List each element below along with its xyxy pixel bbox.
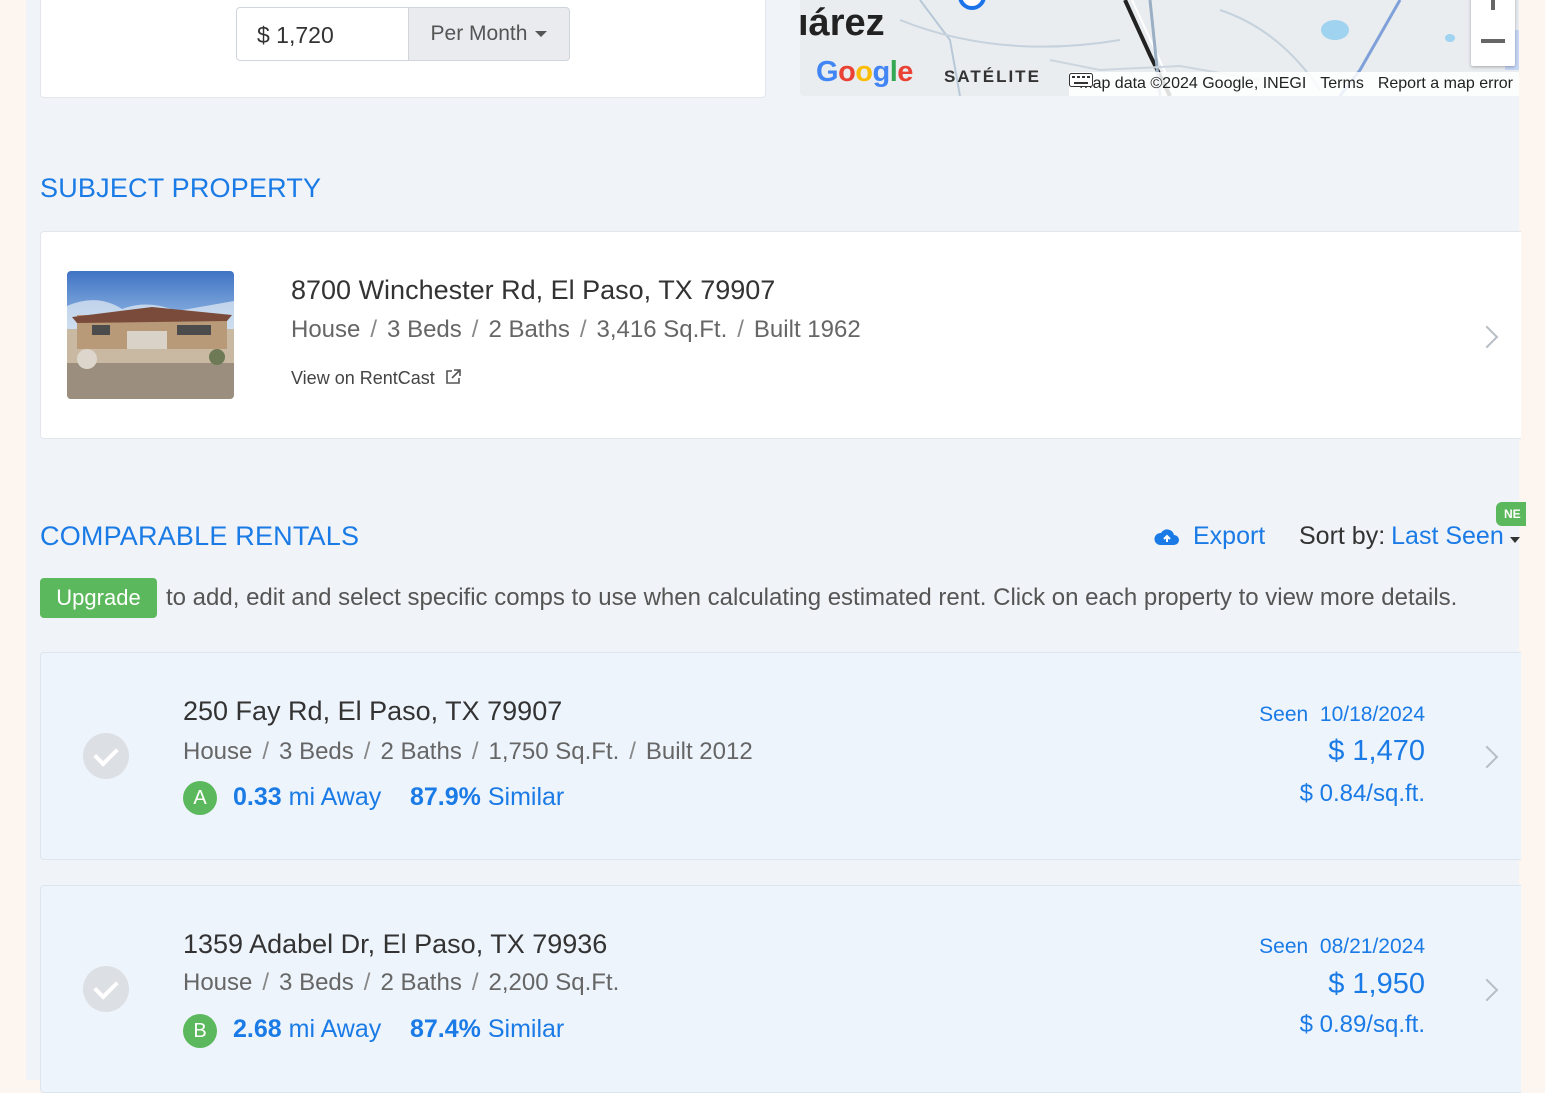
comp-card[interactable]: 250 Fay Rd, El Paso, TX 79907 House/3 Be… [40, 652, 1521, 860]
rent-period-label: Per Month [430, 22, 528, 45]
comp-address: 1359 Adabel Dr, El Paso, TX 79936 [183, 929, 608, 959]
chevron-right-icon [1475, 978, 1499, 1002]
subject-meta: House/3 Beds/2 Baths/3,416 Sq.Ft. / Built … [291, 316, 861, 343]
comp-address: 250 Fay Rd, El Paso, TX 79907 [183, 696, 563, 726]
comp-similarity: 87.4% Similar [410, 1015, 565, 1043]
comp-sqft: 2,200 Sq.Ft. [488, 969, 620, 996]
comp-sqft: 1,750 Sq.Ft. [488, 738, 620, 765]
map-data-attribution: Map data ©2024 Google, INEGI [1079, 75, 1307, 92]
comp-seen-date: Seen 08/21/2024 [1259, 935, 1425, 958]
comparable-rentals-heading: COMPARABLE RENTALS [40, 521, 360, 551]
subject-type: House [291, 316, 361, 343]
keyboard-icon[interactable] [1069, 72, 1094, 88]
comp-meta: House/3 Beds/2 Baths/1,750 Sq.Ft. / Built … [183, 738, 753, 765]
cloud-upload-icon [1154, 529, 1179, 545]
comp-price: $ 1,950 [1328, 968, 1425, 1000]
comp-built-year: Built 2012 [645, 738, 753, 765]
comp-baths: 2 Baths [380, 738, 462, 765]
map-attribution-bar: Map data ©2024 Google, INEGI Terms Report … [1069, 72, 1519, 96]
comp-type: House [183, 738, 253, 765]
subject-property-heading: SUBJECT PROPERTY [40, 173, 322, 203]
upgrade-button[interactable]: Upgrade [40, 578, 157, 618]
comp-type: House [183, 969, 253, 996]
export-button[interactable]: Export [1193, 522, 1265, 551]
map[interactable]: ıárez Google SATÉLITE Map data ©2024 Goo… [800, 0, 1519, 96]
subject-beds: 3 Beds [387, 316, 462, 343]
chevron-right-icon [1475, 745, 1499, 769]
zoom-out-icon[interactable] [1481, 39, 1505, 43]
map-zoom-control [1471, 0, 1515, 66]
property-photo [67, 271, 234, 399]
rent-estimate-card: $ 1,720 Per Month [40, 0, 766, 98]
comp-similarity: 87.9% Similar [410, 783, 565, 811]
comp-price-per-sqft: $ 0.84/sq.ft. [1299, 780, 1425, 807]
comp-map-marker-letter: B [183, 1014, 217, 1048]
check-circle-icon[interactable] [83, 966, 129, 1012]
view-on-rentcast-link[interactable]: View on RentCast [291, 368, 462, 389]
caret-down-icon[interactable] [1510, 537, 1520, 543]
comp-price-per-sqft: $ 0.89/sq.ft. [1299, 1011, 1425, 1038]
comp-distance: 2.68 mi Away [233, 1015, 382, 1043]
map-satellite-toggle[interactable]: SATÉLITE [944, 67, 1041, 87]
comp-card[interactable]: 1359 Adabel Dr, El Paso, TX 79936 House /… [40, 885, 1521, 1093]
subject-sqft: 3,416 Sq.Ft. [596, 316, 728, 343]
chevron-right-icon [1475, 325, 1499, 349]
comp-map-marker-letter: A [183, 781, 217, 815]
comp-baths: 2 Baths [380, 969, 462, 996]
check-circle-icon[interactable] [83, 733, 129, 779]
google-logo: Google [816, 56, 913, 88]
rent-amount-input[interactable]: $ 1,720 [236, 7, 408, 61]
comp-distance: 0.33 mi Away [233, 783, 382, 811]
sort-by-control[interactable]: Sort by: Last Seen [1299, 522, 1504, 551]
map-report-error-link[interactable]: Report a map error [1378, 75, 1513, 92]
comp-beds: 3 Beds [279, 738, 354, 765]
rent-period-dropdown[interactable]: Per Month [408, 7, 570, 61]
comp-price: $ 1,470 [1328, 735, 1425, 767]
zoom-in-icon[interactable] [1491, 0, 1495, 10]
caret-down-icon [535, 31, 548, 38]
map-city-label: ıárez [800, 2, 885, 44]
upgrade-description: to add, edit and select specific comps t… [166, 584, 1458, 611]
sort-by-value[interactable]: Last Seen [1391, 522, 1504, 550]
comp-seen-date: Seen 10/18/2024 [1259, 703, 1425, 726]
view-on-rentcast-label: View on RentCast [291, 368, 435, 388]
subject-built-year: Built 1962 [753, 316, 861, 343]
house-photo-image [67, 271, 234, 399]
sort-by-label: Sort by: [1299, 522, 1386, 550]
subject-address: 8700 Winchester Rd, El Paso, TX 79907 [291, 275, 776, 305]
comp-beds: 3 Beds [279, 969, 354, 996]
subject-property-card[interactable]: 8700 Winchester Rd, El Paso, TX 79907 Ho… [40, 231, 1521, 439]
comp-meta: House/3 Beds/2 Baths/2,200 Sq.Ft. [183, 969, 620, 996]
subject-baths: 2 Baths [488, 316, 570, 343]
map-terms-link[interactable]: Terms [1320, 75, 1364, 92]
external-link-icon [445, 369, 461, 384]
page: $ 1,720 Per Month ıárez Google SATÉLITE … [26, 0, 1526, 1093]
